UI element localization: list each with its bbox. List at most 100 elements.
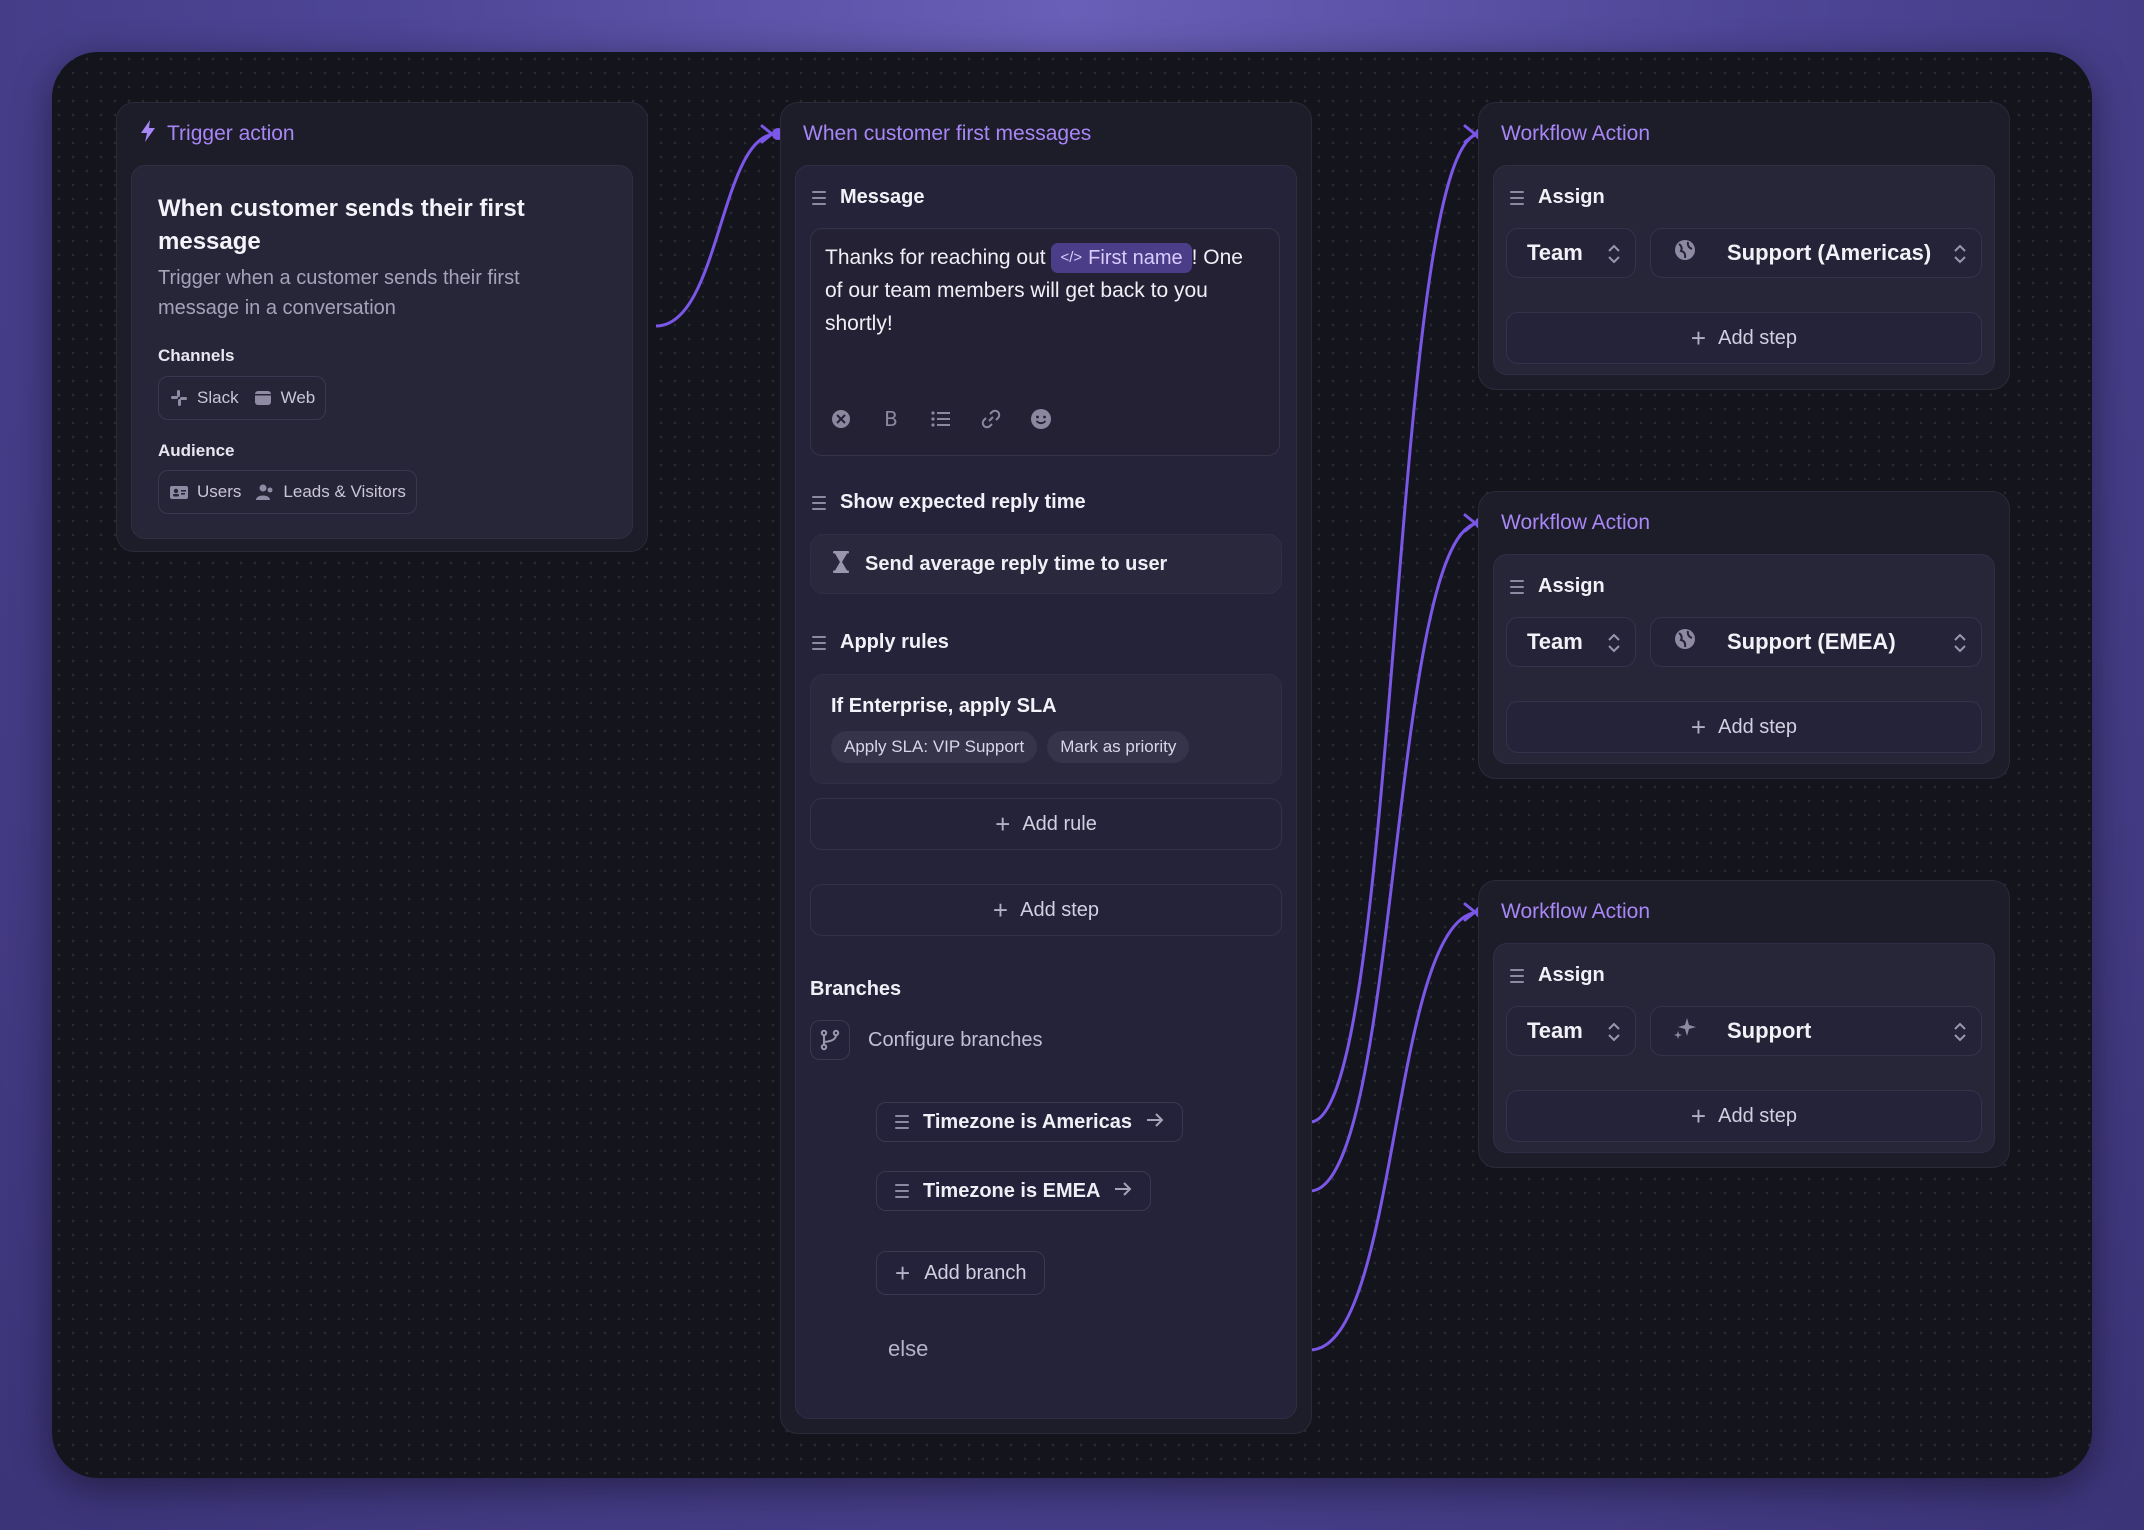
message-text-start: Thanks for reaching out — [825, 246, 1046, 269]
emoji-icon[interactable] — [1029, 407, 1053, 431]
message-editor[interactable]: Thanks for reaching out </> First name !… — [810, 228, 1280, 456]
globe-icon — [1673, 238, 1697, 268]
editor-toolbar: B — [829, 407, 1053, 431]
audience-label-text: Users — [197, 482, 242, 501]
workflow-action-node-3[interactable]: Workflow Action Assign Team Support + Ad… — [1478, 880, 2010, 1168]
trigger-card[interactable]: When customer sends their first message … — [131, 165, 633, 539]
assign-label: Assign — [1538, 575, 1605, 597]
action-header-label: Workflow Action — [1501, 900, 1650, 923]
drag-handle-icon[interactable] — [895, 1115, 909, 1129]
code-icon: </> — [1060, 249, 1083, 267]
plus-icon: + — [1690, 712, 1707, 742]
assign-card: Assign Team Support + Add step — [1493, 943, 1995, 1153]
reply-time-label: Show expected reply time — [840, 491, 1086, 513]
add-rule-label: Add rule — [1022, 812, 1097, 835]
chevron-updown-icon — [1954, 633, 1966, 653]
configure-branches-button[interactable]: Configure branches — [810, 1020, 1043, 1060]
chevron-updown-icon — [1608, 244, 1620, 264]
channel-label: Web — [280, 388, 316, 407]
assign-title[interactable]: Assign — [1510, 186, 1605, 209]
rules-step-label: Apply rules — [840, 631, 949, 653]
add-branch-button[interactable]: + Add branch — [876, 1251, 1046, 1295]
action-node-header: Workflow Action — [1479, 492, 2009, 554]
rule-tag: Apply SLA: VIP Support — [831, 731, 1038, 763]
rule-tag: Mark as priority — [1047, 731, 1190, 763]
drag-handle-icon[interactable] — [812, 635, 826, 650]
trigger-title: When customer sends their first message — [158, 195, 525, 255]
assign-title[interactable]: Assign — [1510, 575, 1605, 598]
users-icon — [169, 482, 189, 502]
branch-label: Timezone is Americas — [923, 1110, 1132, 1133]
workflow-action-node-1[interactable]: Workflow Action Assign Team Support (Ame… — [1478, 102, 2010, 390]
slack-icon — [169, 388, 189, 408]
flow-header-label: When customer first messages — [803, 122, 1092, 145]
message-step-label: Message — [840, 186, 925, 208]
branch-timezone-americas[interactable]: Timezone is Americas — [876, 1102, 1183, 1142]
action-add-step-button[interactable]: + Add step — [1506, 1090, 1982, 1142]
else-branch-label: else — [888, 1336, 929, 1361]
drag-handle-icon[interactable] — [1510, 190, 1524, 205]
drag-handle-icon[interactable] — [812, 190, 826, 205]
branch-timezone-emea[interactable]: Timezone is EMEA — [876, 1171, 1152, 1211]
add-branch-label: Add branch — [924, 1261, 1027, 1284]
arrow-right-icon — [1146, 1111, 1164, 1134]
message-text[interactable]: Thanks for reaching out </> First name !… — [825, 241, 1265, 340]
assign-type-value: Team — [1527, 240, 1583, 265]
add-step-label: Add step — [1718, 715, 1798, 738]
assign-label: Assign — [1538, 186, 1605, 208]
list-icon[interactable] — [929, 407, 953, 431]
configure-branches-label: Configure branches — [868, 1028, 1043, 1051]
channels-chips[interactable]: Slack Web — [158, 376, 327, 420]
add-step-label: Add step — [1718, 1104, 1798, 1127]
drag-handle-icon[interactable] — [895, 1184, 909, 1198]
action-add-step-button[interactable]: + Add step — [1506, 701, 1982, 753]
reply-time-step-title[interactable]: Show expected reply time — [812, 491, 1086, 514]
trigger-node[interactable]: Trigger action When customer sends their… — [116, 102, 648, 552]
branch-icon — [810, 1020, 850, 1060]
channels-label: Channels — [158, 346, 235, 365]
add-step-button[interactable]: + Add step — [810, 884, 1282, 936]
rules-step-title[interactable]: Apply rules — [812, 631, 949, 654]
chevron-updown-icon — [1608, 1022, 1620, 1042]
leads-icon — [255, 482, 275, 502]
drag-handle-icon[interactable] — [1510, 968, 1524, 983]
assign-type-select[interactable]: Team — [1506, 617, 1636, 667]
link-icon[interactable] — [979, 407, 1003, 431]
assign-target-select[interactable]: Support (Americas) — [1650, 228, 1982, 278]
branches-title: Branches — [810, 978, 902, 1000]
workflow-action-node-2[interactable]: Workflow Action Assign Team Support (EME… — [1478, 491, 2010, 779]
flow-node-header: When customer first messages — [781, 103, 1311, 165]
audience-chip-users: Users — [169, 482, 241, 502]
flow-card: Message Thanks for reaching out </> Firs… — [795, 165, 1297, 1419]
assign-type-select[interactable]: Team — [1506, 228, 1636, 278]
globe-icon — [1673, 627, 1697, 657]
trigger-node-header: Trigger action — [117, 103, 647, 165]
lightning-icon — [139, 119, 157, 149]
action-add-step-button[interactable]: + Add step — [1506, 312, 1982, 364]
clear-format-icon[interactable] — [829, 407, 853, 431]
assign-title[interactable]: Assign — [1510, 964, 1605, 987]
channel-chip-slack: Slack — [169, 388, 239, 408]
reply-time-action-label: Send average reply time to user — [865, 552, 1168, 575]
assign-target-select[interactable]: Support — [1650, 1006, 1982, 1056]
rule-card[interactable]: If Enterprise, apply SLA Apply SLA: VIP … — [810, 674, 1282, 784]
bold-icon[interactable]: B — [879, 407, 903, 431]
drag-handle-icon[interactable] — [1510, 579, 1524, 594]
plus-icon: + — [995, 809, 1011, 839]
audience-label-text: Leads & Visitors — [283, 482, 406, 501]
action-header-label: Workflow Action — [1501, 122, 1650, 145]
flow-node[interactable]: When customer first messages Message Tha… — [780, 102, 1312, 1434]
variable-pill[interactable]: </> First name — [1051, 243, 1192, 274]
assign-target-select[interactable]: Support (EMEA) — [1650, 617, 1982, 667]
rule-tags: Apply SLA: VIP Support Mark as priority — [831, 731, 1190, 763]
reply-time-action[interactable]: Send average reply time to user — [810, 534, 1282, 594]
add-rule-button[interactable]: + Add rule — [810, 798, 1282, 850]
assign-type-select[interactable]: Team — [1506, 1006, 1636, 1056]
drag-handle-icon[interactable] — [812, 495, 826, 510]
action-header-label: Workflow Action — [1501, 511, 1650, 534]
audience-chips[interactable]: Users Leads & Visitors — [158, 470, 417, 514]
plus-icon: + — [1690, 1101, 1707, 1131]
chevron-updown-icon — [1608, 633, 1620, 653]
plus-icon: + — [895, 1258, 911, 1288]
message-step-title[interactable]: Message — [812, 186, 925, 209]
